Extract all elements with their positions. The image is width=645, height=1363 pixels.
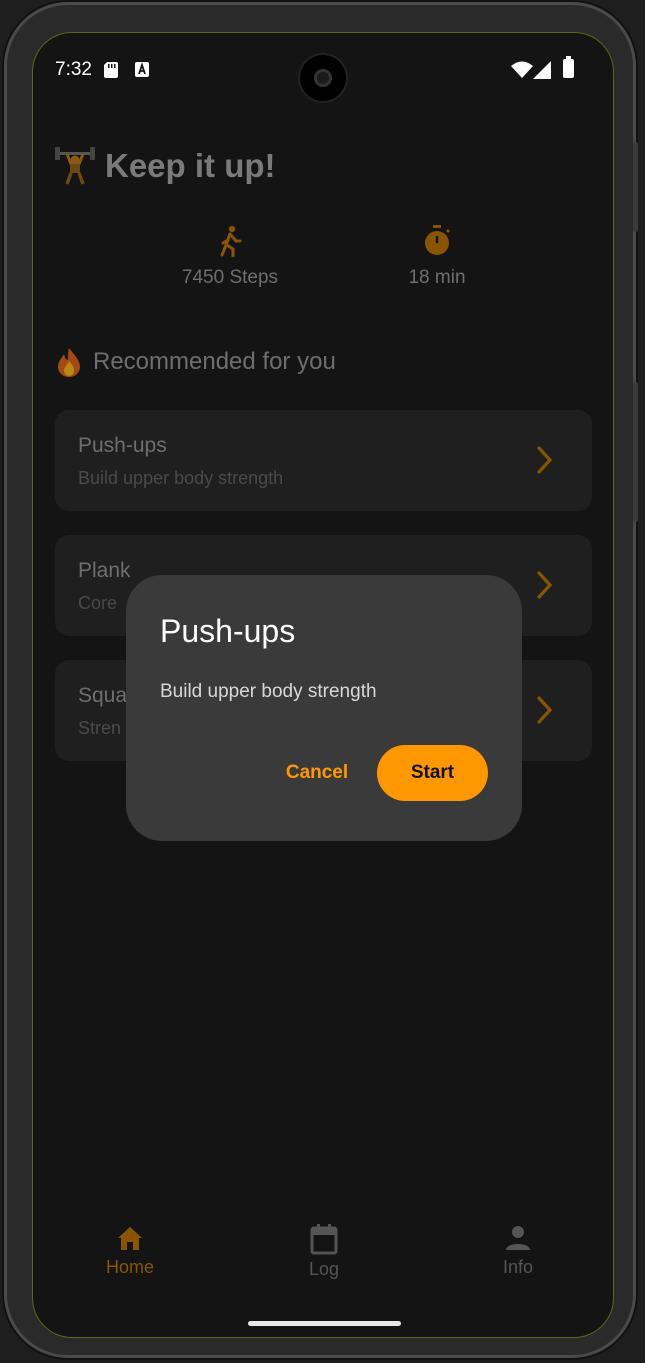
chevron-right-icon [537, 446, 553, 474]
card-subtitle: Stren [78, 718, 122, 738]
volume-button [633, 142, 638, 232]
timer-icon [425, 225, 451, 255]
gesture-bar[interactable] [248, 1321, 401, 1326]
nav-label: Home [105, 1257, 154, 1277]
steps-stat: 7450 Steps [150, 225, 310, 289]
phone-frame: 7:32 Keep it up! 7450 Steps 18 min Recom… [4, 2, 638, 1358]
nav-item-log[interactable]: Log [264, 1223, 384, 1280]
bottom-nav: Home Log Info [33, 1223, 613, 1293]
dialog-body: Build upper body strength [160, 681, 377, 702]
exercise-card-pushups[interactable]: Push-ups Build upper body strength [55, 410, 592, 511]
weight-lifter-icon [55, 147, 95, 185]
nav-label: Info [502, 1257, 534, 1277]
nav-item-home[interactable]: Home [70, 1223, 190, 1278]
steps-value: 7450 Steps [181, 267, 279, 288]
card-title: Squa [78, 684, 128, 707]
dialog-title: Push-ups [160, 613, 296, 649]
card-title: Plank [78, 559, 131, 582]
recommended-heading: Recommended for you [55, 347, 336, 377]
card-subtitle: Build upper body strength [78, 468, 284, 488]
power-button [633, 382, 638, 522]
recommended-label: Recommended for you [93, 348, 336, 375]
page-title: Keep it up! [105, 147, 276, 184]
home-icon [118, 1227, 142, 1250]
time-value: 18 min [408, 267, 466, 288]
screen: 7:32 Keep it up! 7450 Steps 18 min Recom… [32, 32, 614, 1338]
nav-label: Log [308, 1259, 340, 1279]
nav-item-info[interactable]: Info [458, 1223, 578, 1278]
start-button[interactable]: Start [377, 745, 488, 801]
fire-icon [58, 348, 80, 377]
card-title: Push-ups [78, 434, 167, 457]
time-stat: 18 min [357, 225, 517, 289]
card-subtitle: Core [78, 593, 118, 613]
person-icon [506, 1226, 530, 1250]
walking-icon [220, 225, 242, 257]
exercise-dialog: Push-ups Build upper body strength Cance… [126, 575, 522, 841]
header: Keep it up! [55, 146, 276, 186]
cancel-button[interactable]: Cancel [276, 745, 358, 801]
chevron-right-icon [537, 571, 553, 599]
chevron-right-icon [537, 696, 553, 724]
calendar-icon [310, 1224, 338, 1255]
